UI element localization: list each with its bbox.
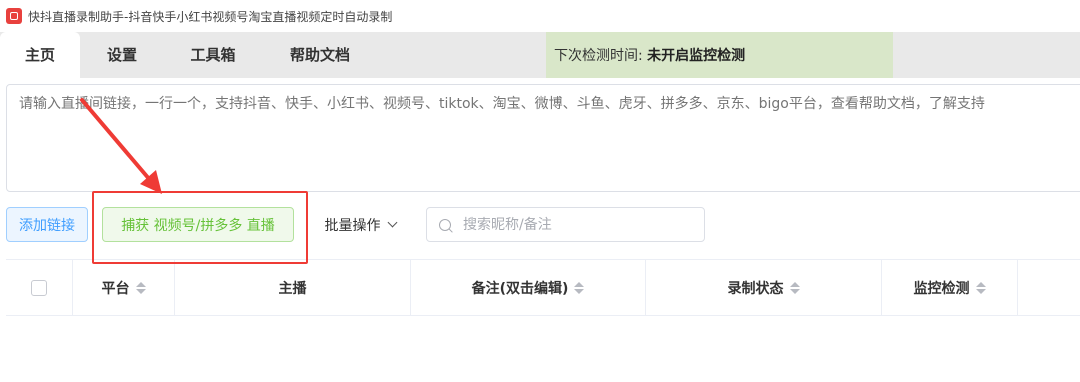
tab-settings[interactable]: 设置 xyxy=(80,32,164,78)
tab-home[interactable]: 主页 xyxy=(0,32,80,78)
search-input[interactable] xyxy=(461,215,685,234)
chevron-down-icon xyxy=(387,217,397,228)
search-icon xyxy=(439,218,451,231)
column-streamer: 主播 xyxy=(175,260,411,316)
annotation-highlight-box xyxy=(92,191,308,264)
window-title: 快抖直播录制助手-抖音快手小红书视频号淘宝直播视频定时自动录制 xyxy=(28,9,393,24)
sort-icon[interactable] xyxy=(789,282,800,294)
column-note-label: 备注(双击编辑) xyxy=(471,281,569,297)
column-platform[interactable]: 平台 xyxy=(73,260,175,316)
column-record-status[interactable]: 录制状态 xyxy=(646,260,882,316)
tab-bar: 主页 设置 工具箱 帮助文档 下次检测时间: 未开启监控检测 xyxy=(0,32,1080,78)
column-record-status-label: 录制状态 xyxy=(727,281,784,297)
sort-icon[interactable] xyxy=(975,282,986,294)
next-check-status: 下次检测时间: 未开启监控检测 xyxy=(546,32,893,78)
column-monitor-label: 监控检测 xyxy=(913,281,970,297)
next-check-value: 未开启监控检测 xyxy=(647,48,746,64)
next-check-label: 下次检测时间: xyxy=(554,48,643,64)
batch-operations-dropdown[interactable]: 批量操作 xyxy=(308,207,412,242)
live-url-input[interactable] xyxy=(6,84,1080,192)
column-streamer-label: 主播 xyxy=(278,281,307,297)
column-note[interactable]: 备注(双击编辑) xyxy=(411,260,646,316)
select-all-cell xyxy=(6,260,73,316)
column-monitor[interactable]: 监控检测 xyxy=(882,260,1018,316)
table-header: 平台 主播 备注(双击编辑) 录制状态 监控检测 xyxy=(6,259,1080,316)
tab-help-docs[interactable]: 帮助文档 xyxy=(272,32,368,78)
add-link-button[interactable]: 添加链接 xyxy=(6,207,88,242)
column-platform-label: 平台 xyxy=(101,281,130,297)
sort-icon[interactable] xyxy=(135,282,146,294)
sort-icon[interactable] xyxy=(574,282,585,294)
batch-operations-label: 批量操作 xyxy=(324,217,381,234)
select-all-checkbox[interactable] xyxy=(31,280,47,296)
add-link-label: 添加链接 xyxy=(19,217,75,234)
app-logo-icon xyxy=(6,8,22,24)
title-bar: 快抖直播录制助手-抖音快手小红书视频号淘宝直播视频定时自动录制 xyxy=(0,0,1080,32)
tab-toolbox[interactable]: 工具箱 xyxy=(168,32,258,78)
search-box[interactable] xyxy=(426,207,705,242)
